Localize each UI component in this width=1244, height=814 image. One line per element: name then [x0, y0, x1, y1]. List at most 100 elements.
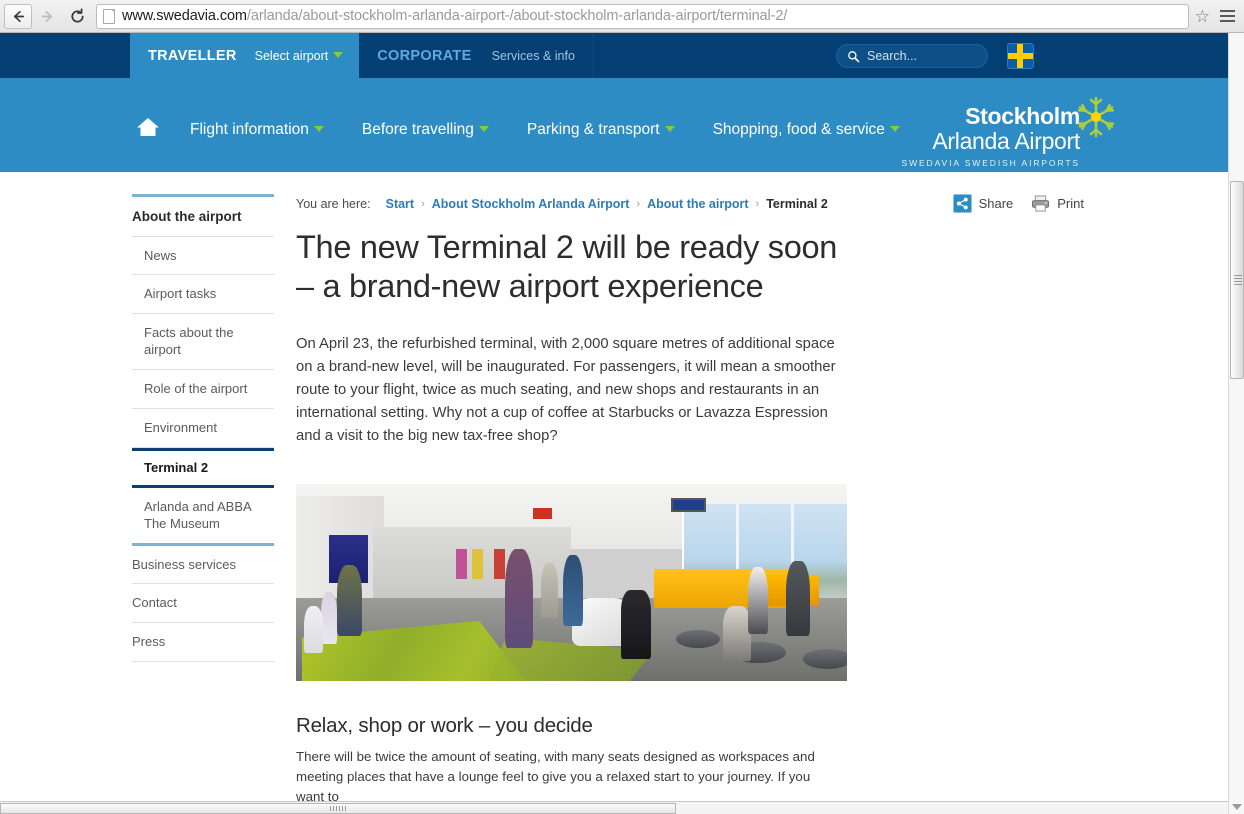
scrollbar-grip-icon [330, 806, 346, 811]
sidebar-item-role-of-the-airport[interactable]: Role of the airport [132, 370, 274, 409]
sidebar-item-about-the-airport[interactable]: About the airport [132, 197, 274, 237]
photo-person [304, 606, 323, 654]
address-bar[interactable]: www.swedavia.com/arlanda/about-stockholm… [96, 3, 1189, 29]
bookmark-star-icon[interactable]: ☆ [1195, 8, 1210, 25]
page-document-icon [103, 8, 115, 24]
select-airport-dropdown[interactable]: Select airport [255, 47, 344, 65]
sidebar-item-facts-about-the-airport[interactable]: Facts about the airport [132, 314, 274, 371]
vertical-scrollbar-thumb[interactable] [1230, 181, 1244, 379]
breadcrumb-link-start[interactable]: Start [386, 197, 414, 211]
photo-exit-sign [532, 507, 553, 520]
main-navigation: Flight information Before travelling Par… [0, 78, 1228, 172]
sidebar-item-terminal-2[interactable]: Terminal 2 [132, 447, 274, 488]
photo-person [541, 562, 558, 618]
breadcrumb-separator-icon: › [421, 198, 425, 210]
sidebar-item-business-services[interactable]: Business services [132, 546, 274, 585]
breadcrumb-label: You are here: [296, 197, 371, 211]
search-icon [848, 50, 860, 62]
sidebar-item-environment[interactable]: Environment [132, 409, 274, 448]
utility-bar: TRAVELLER Select airport CORPORATE Servi… [0, 33, 1228, 78]
chevron-down-icon [313, 126, 324, 133]
print-label: Print [1057, 196, 1084, 211]
sidebar-item-news[interactable]: News [132, 237, 274, 276]
chevron-down-icon [478, 126, 489, 133]
url-host: www.swedavia.com [122, 8, 247, 24]
photo-person [747, 566, 768, 634]
url-path: /arlanda/about-stockholm-arlanda-airport… [246, 8, 788, 24]
page-tools: Share Print [952, 194, 1084, 213]
services-info-link[interactable]: Services & info [492, 49, 575, 63]
photo-shop-display [472, 549, 484, 579]
photo-pouf-seat [802, 649, 847, 670]
back-button[interactable] [4, 3, 32, 29]
breadcrumb-link-about-the-airport[interactable]: About the airport [647, 197, 748, 211]
share-icon [952, 194, 972, 213]
site-logo[interactable]: Stockholm Arlanda Airport SWEDAVIA SWEDI… [902, 104, 1081, 168]
nav-item-label: Parking & transport [526, 120, 660, 138]
search-placeholder: Search... [867, 49, 918, 63]
breadcrumb-separator-icon: › [755, 198, 760, 210]
nav-item-flight-information[interactable]: Flight information [190, 121, 324, 139]
photo-shop-display [455, 549, 467, 579]
horizontal-scrollbar[interactable] [0, 801, 1228, 814]
sidebar-item-press[interactable]: Press [132, 623, 274, 663]
search-input[interactable]: Search... [836, 44, 988, 68]
select-airport-label: Select airport [254, 48, 329, 63]
photo-person-seated [621, 590, 652, 660]
photo-shop-display [494, 549, 506, 579]
sidebar-item-label: Arlanda and ABBA The Museum [144, 498, 251, 531]
article-body: There will be twice the amount of seatin… [296, 749, 815, 805]
print-button[interactable]: Print [1031, 195, 1084, 212]
reload-button[interactable] [62, 3, 92, 29]
horizontal-scrollbar-thumb[interactable] [0, 803, 676, 814]
tab-corporate-label: CORPORATE [377, 47, 472, 64]
photo-flight-info-screen [670, 497, 707, 512]
main-nav-items: Flight information Before travelling Par… [136, 116, 900, 143]
article-intro: On April 23, the refurbished terminal, w… [296, 335, 836, 444]
nav-item-parking-transport[interactable]: Parking & transport [527, 121, 675, 139]
photo-person [786, 560, 810, 636]
content-area: About the airport News Airport tasks Fac… [0, 172, 1228, 814]
vertical-scrollbar[interactable] [1228, 33, 1244, 814]
nav-item-shopping-food-service[interactable]: Shopping, food & service [713, 121, 900, 139]
sidebar-item-label: Airport tasks [144, 286, 217, 302]
breadcrumb-link-about-stockholm-arlanda-airport[interactable]: About Stockholm Arlanda Airport [432, 197, 630, 211]
sidebar-item-arlanda-and-abba-the-museum[interactable]: Arlanda and ABBA The Museum [132, 488, 274, 546]
home-button[interactable] [136, 116, 160, 143]
chevron-down-icon [664, 126, 675, 133]
tab-traveller-label: TRAVELLER [148, 47, 237, 64]
snowflake-icon [1077, 96, 1115, 138]
nav-item-before-travelling[interactable]: Before travelling [362, 121, 489, 139]
article: The new Terminal 2 will be ready soon – … [296, 228, 856, 808]
back-arrow-icon [13, 10, 24, 22]
nav-item-label: Before travelling [361, 120, 474, 138]
tab-traveller[interactable]: TRAVELLER Select airport [130, 33, 360, 78]
scroll-down-arrow-icon[interactable] [1232, 804, 1242, 810]
page-title: The new Terminal 2 will be ready soon – … [296, 229, 838, 305]
share-label: Share [978, 196, 1014, 211]
breadcrumb: You are here: Start › About Stockholm Ar… [296, 197, 828, 211]
sidebar-item-label: Press [132, 634, 166, 650]
sidebar-item-label: About the airport [132, 209, 242, 224]
nav-item-label: Shopping, food & service [712, 120, 885, 138]
photo-person [320, 592, 338, 644]
sidebar-item-label: Role of the airport [144, 381, 248, 397]
flag-cross-horizontal [1008, 53, 1033, 59]
share-button[interactable]: Share [952, 194, 1014, 213]
hamburger-menu-icon[interactable] [1214, 10, 1240, 22]
logo-line-1: Stockholm [965, 103, 1080, 129]
sidebar-item-airport-tasks[interactable]: Airport tasks [132, 275, 274, 315]
tab-corporate[interactable]: CORPORATE Services & info [359, 33, 594, 78]
photo-person [563, 554, 584, 626]
photo-person [337, 564, 363, 636]
sidebar-item-label: Terminal 2 [144, 459, 209, 475]
forward-button[interactable] [32, 3, 62, 29]
sidebar-item-label: Facts about the airport [144, 325, 234, 358]
sidebar-item-contact[interactable]: Contact [132, 584, 274, 624]
logo-tagline: SWEDAVIA SWEDISH AIRPORTS [901, 158, 1080, 169]
swedish-flag-icon[interactable] [1007, 43, 1034, 69]
sidebar-item-label: Contact [132, 595, 177, 611]
breadcrumb-separator-icon: › [636, 198, 641, 210]
printer-icon [1032, 195, 1050, 212]
photo-person-main [505, 549, 533, 648]
